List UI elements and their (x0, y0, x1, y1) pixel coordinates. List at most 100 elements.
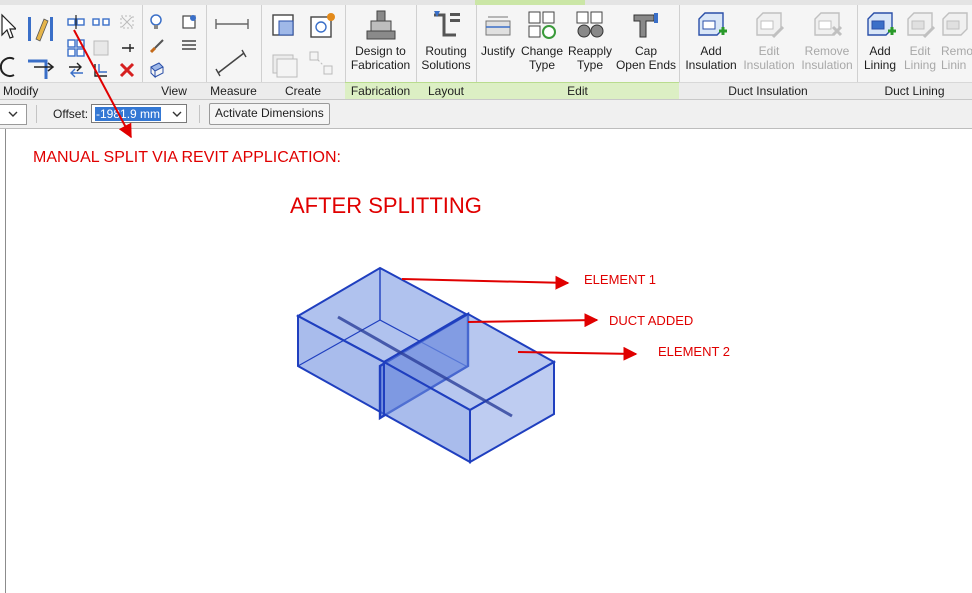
cap-open-ends-label-1: Cap (634, 44, 657, 58)
panel-title-fabrication: Fabrication (345, 82, 416, 99)
change-type-icon (528, 11, 556, 39)
panel-title-create: Create (261, 82, 345, 99)
label-element-2: ELEMENT 2 (658, 344, 731, 359)
panel-duct-insulation: Add Insulation Edit Insulation Remove In… (679, 5, 858, 99)
add-lining-icon (867, 12, 896, 36)
panel-measure: Measure (206, 5, 262, 99)
ribbon: Modify View Measure Create Design to Fab… (0, 5, 972, 100)
create-assembly-icon[interactable] (307, 49, 337, 79)
aligned-dimension-icon[interactable] (214, 49, 250, 77)
add-insulation-label-2: Insulation (685, 58, 737, 72)
remove-insulation-icon (814, 12, 843, 37)
chevron-down-icon (8, 111, 18, 117)
edit-lining-label-1: Edit (909, 44, 931, 58)
panel-title-duct-lining: Duct Lining (857, 82, 972, 99)
offset-label: Offset: (53, 107, 89, 121)
panel-title-modify: Modify (0, 82, 142, 99)
offset-value: -1981.9 mm (95, 107, 162, 121)
edit-lining-icon (907, 12, 936, 39)
design-to-fabrication-label-2: Fabrication (350, 58, 411, 72)
override-graphics-icon[interactable] (180, 13, 198, 31)
rotate-icon[interactable] (0, 53, 18, 81)
panel-modify: Modify (0, 5, 143, 99)
create-parts-icon[interactable] (269, 49, 299, 79)
offset-icon[interactable] (92, 61, 110, 79)
panel-edit: Justify Change Type Reapply Type Cap Ope… (476, 5, 680, 99)
panel-title-measure: Measure (206, 82, 261, 99)
panel-create: Create (261, 5, 346, 99)
panel-layout: Routing Solutions Layout (416, 5, 477, 99)
select-arrow-icon[interactable] (0, 13, 16, 41)
add-insulation-icon (698, 12, 727, 36)
label-element-1: ELEMENT 1 (584, 272, 657, 287)
options-divider (199, 105, 200, 123)
reapply-type-button[interactable]: Reapply Type (566, 7, 614, 72)
routing-solutions-icon (434, 11, 460, 37)
reapply-type-icon (576, 11, 604, 38)
cap-open-ends-label-2: Open Ends (615, 58, 677, 72)
paint-brush-icon[interactable] (148, 37, 166, 55)
remove-insulation-label-1: Remove (804, 44, 850, 58)
reapply-type-label-2: Type (576, 58, 603, 72)
remove-lining-button[interactable]: Remo Linin (939, 7, 972, 72)
reapply-type-label-1: Reapply (567, 44, 613, 58)
panel-title-view: View (142, 82, 206, 99)
create-similar-icon[interactable] (269, 11, 299, 41)
remove-lining-label-2: Linin (941, 58, 967, 72)
edit-lining-label-2: Lining (903, 58, 937, 72)
routing-solutions-label-1: Routing (425, 44, 467, 58)
offset-field[interactable]: -1981.9 mm (91, 104, 187, 123)
measure-between-points-icon[interactable] (214, 17, 250, 31)
panel-title-duct-insulation: Duct Insulation (679, 82, 857, 99)
cap-open-ends-button[interactable]: Cap Open Ends (614, 7, 678, 72)
routing-solutions-button[interactable]: Routing Solutions (416, 7, 476, 72)
split-gap-icon[interactable] (92, 13, 110, 31)
options-divider (36, 105, 37, 123)
panel-duct-lining: Add Lining Edit Lining Remo Linin Duct L… (857, 5, 972, 99)
split-element-icon[interactable] (67, 13, 85, 31)
add-lining-label-1: Add (869, 44, 891, 58)
create-group-icon[interactable] (307, 11, 337, 41)
annotation-subheading: AFTER SPLITTING (290, 193, 482, 218)
delete-icon[interactable] (118, 61, 136, 79)
drawing-area[interactable]: MANUAL SPLIT VIA REVIT APPLICATION: AFTE… (5, 129, 972, 593)
edit-insulation-label-2: Insulation (743, 58, 795, 72)
linework-icon[interactable] (180, 37, 198, 55)
activate-dimensions-button[interactable]: Activate Dimensions (209, 103, 330, 125)
chevron-down-icon (172, 111, 182, 117)
add-lining-label-2: Lining (863, 58, 897, 72)
design-to-fabrication-icon (366, 10, 395, 40)
change-type-button[interactable]: Change Type (518, 7, 566, 72)
pin-icon[interactable] (118, 39, 136, 57)
remove-insulation-button[interactable]: Remove Insulation (797, 7, 857, 72)
change-type-label-1: Change (520, 44, 564, 58)
isolate-icon[interactable] (148, 61, 166, 79)
routing-solutions-label-2: Solutions (421, 58, 471, 72)
panel-title-edit: Edit (476, 82, 679, 99)
trim-extend-icon[interactable] (26, 53, 56, 81)
add-insulation-label-1: Add (700, 44, 722, 58)
justify-icon (485, 16, 511, 36)
panel-fabrication: Design to Fabrication Fabrication (345, 5, 417, 99)
scale-icon[interactable] (92, 39, 110, 57)
hide-lightbulb-icon[interactable] (148, 13, 166, 31)
align-icon[interactable] (26, 13, 56, 43)
edit-lining-button[interactable]: Edit Lining (901, 7, 939, 72)
design-to-fabrication-button[interactable]: Design to Fabrication (345, 7, 416, 72)
justify-label-1: Justify (480, 44, 515, 58)
edit-insulation-button[interactable]: Edit Insulation (741, 7, 797, 72)
edit-insulation-label-1: Edit (758, 44, 780, 58)
mirror-icon[interactable] (67, 61, 85, 79)
unpin-icon[interactable] (118, 13, 136, 31)
remove-lining-label-1: Remo (941, 44, 972, 58)
array-icon[interactable] (67, 39, 85, 57)
remove-lining-icon (942, 12, 968, 36)
remove-insulation-label-2: Insulation (801, 58, 853, 72)
panel-title-layout: Layout (416, 82, 476, 99)
type-selector-dropdown[interactable] (0, 104, 27, 125)
add-lining-button[interactable]: Add Lining (859, 7, 901, 72)
add-insulation-button[interactable]: Add Insulation (681, 7, 741, 72)
label-duct-added: DUCT ADDED (609, 313, 694, 328)
annotation-heading: MANUAL SPLIT VIA REVIT APPLICATION: (33, 149, 341, 166)
justify-button[interactable]: Justify (478, 7, 518, 58)
